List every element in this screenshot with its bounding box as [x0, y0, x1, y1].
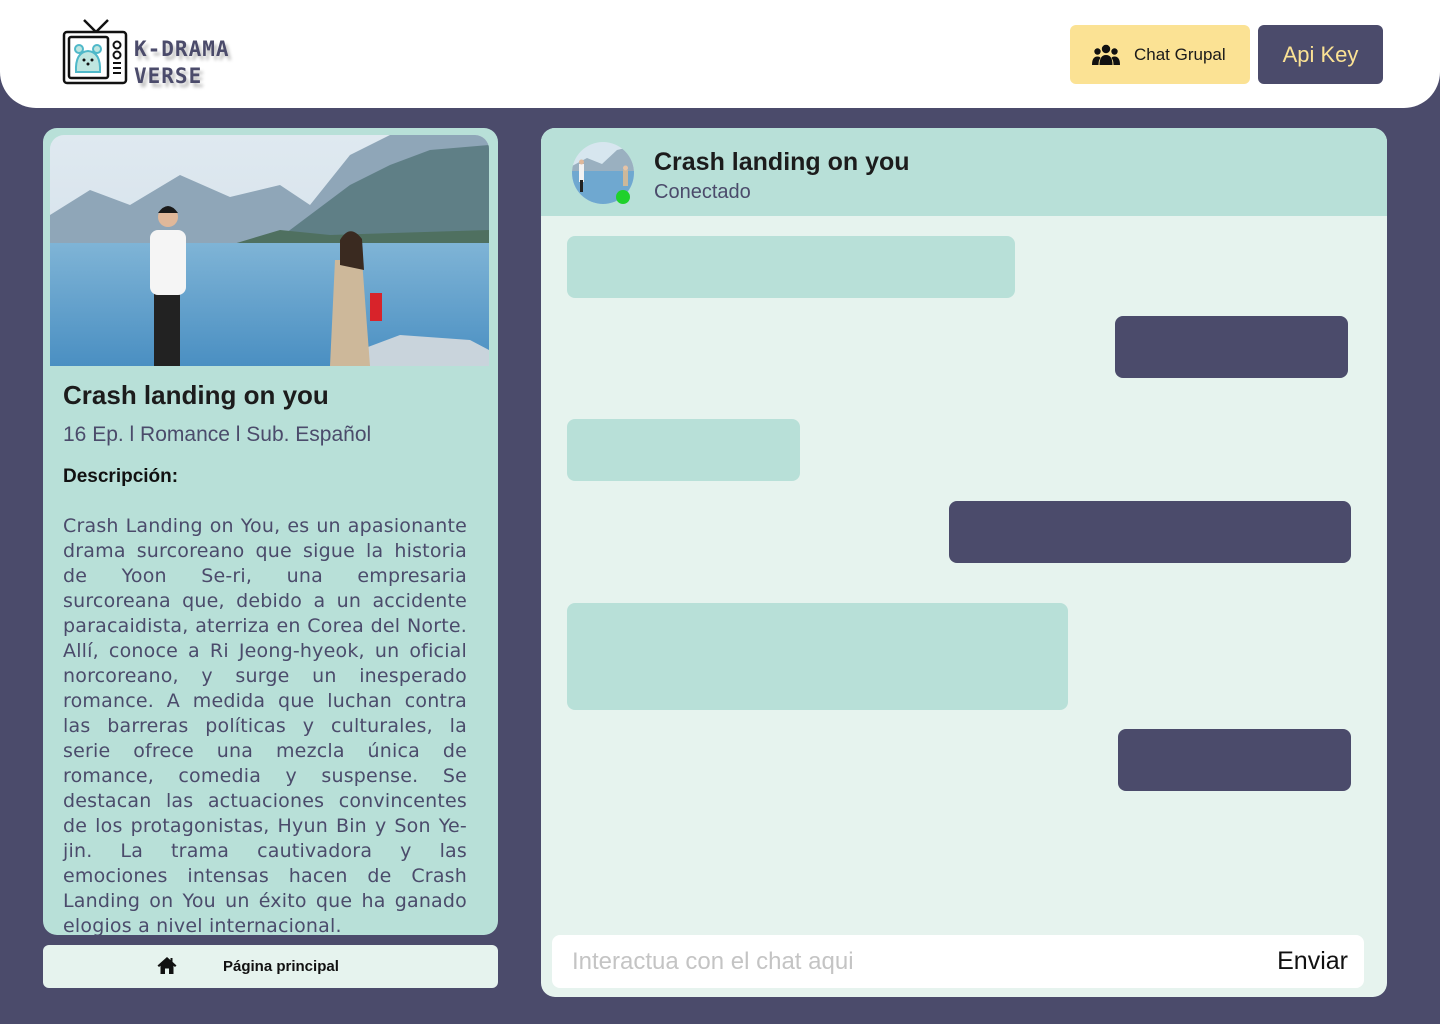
- chat-header: Crash landing on you Conectado: [541, 128, 1387, 216]
- drama-title: Crash landing on you: [63, 380, 329, 410]
- description-text: Crash Landing on You, es un apasionante …: [63, 515, 467, 937]
- chat-input-bar: Enviar: [552, 935, 1364, 988]
- brand-line-2: VERSE: [134, 64, 203, 88]
- message-bubble-received: [567, 603, 1068, 710]
- online-status-dot: [616, 190, 630, 204]
- drama-info-card: Crash landing on you 16 Ep. l Romance l …: [43, 128, 498, 937]
- home-button[interactable]: Página principal: [43, 945, 498, 988]
- description-label: Descripción:: [63, 466, 179, 487]
- message-bubble-received: [567, 236, 1015, 298]
- top-header: K-DRAMA VERSE Chat Grupal Api Key: [0, 0, 1440, 108]
- message-bubble-sent: [1118, 729, 1351, 791]
- group-chat-label: Chat Grupal: [1134, 44, 1226, 64]
- brand-line-1: K-DRAMA: [134, 37, 230, 61]
- home-icon: [157, 957, 177, 974]
- chat-status: Conectado: [654, 181, 751, 203]
- chat-input[interactable]: [572, 935, 1252, 988]
- chat-panel: Crash landing on you Conectado Enviar: [541, 128, 1387, 997]
- group-icon: [1092, 44, 1120, 65]
- brand-logo[interactable]: K-DRAMA VERSE: [62, 18, 252, 88]
- home-label: Página principal: [223, 958, 339, 975]
- tv-logo-icon: [62, 19, 128, 85]
- drama-poster-image: [50, 135, 489, 366]
- message-bubble-received: [567, 419, 800, 481]
- api-key-button[interactable]: Api Key: [1258, 25, 1383, 84]
- brand-name: K-DRAMA VERSE: [134, 36, 230, 90]
- group-chat-button[interactable]: Chat Grupal: [1070, 25, 1250, 84]
- message-bubble-sent: [949, 501, 1351, 563]
- drama-meta: 16 Ep. l Romance l Sub. Español: [63, 423, 372, 446]
- chat-title: Crash landing on you: [654, 148, 910, 176]
- message-bubble-sent: [1115, 316, 1348, 378]
- send-button[interactable]: Enviar: [1277, 945, 1348, 978]
